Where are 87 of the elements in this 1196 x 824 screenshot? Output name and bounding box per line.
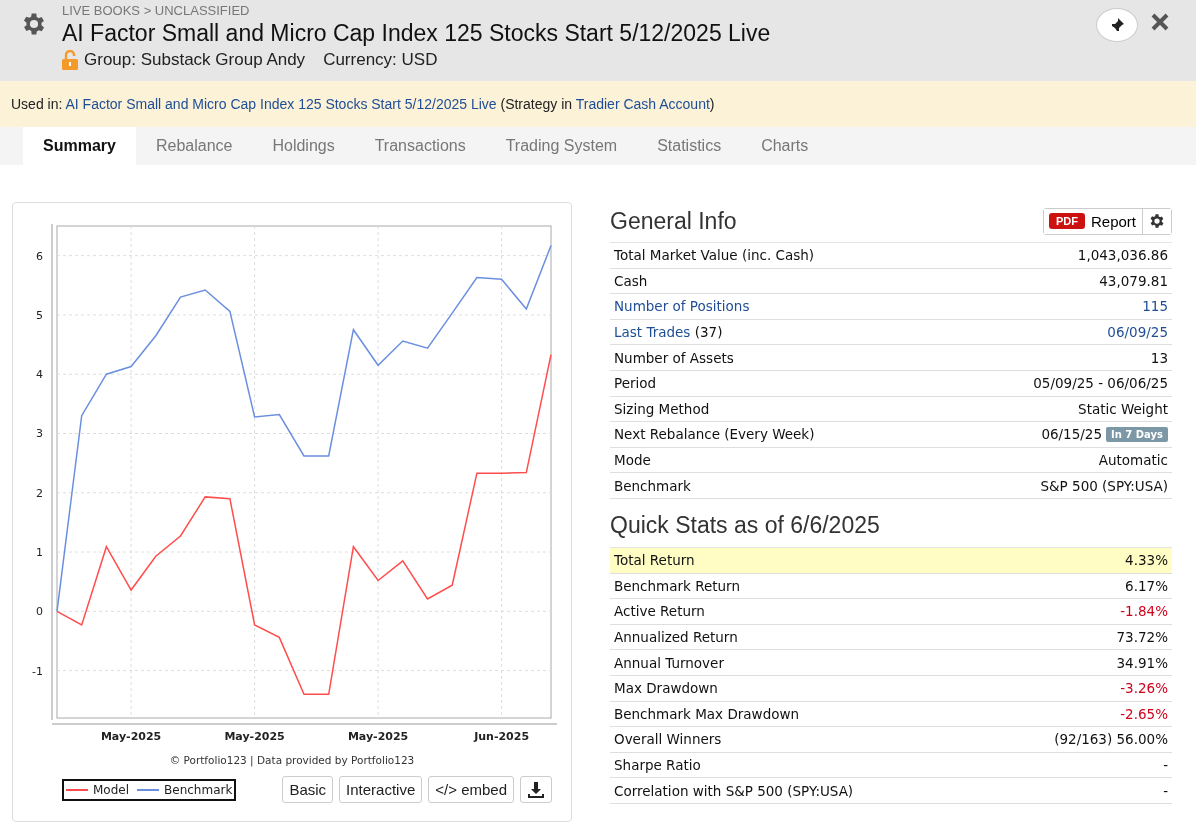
account-link[interactable]: Tradier Cash Account: [575, 96, 710, 112]
axis-tick-label: May-2025: [100, 730, 162, 743]
axis-tick-label: May-2025: [224, 730, 285, 743]
row-value: -1.84%: [1120, 603, 1168, 620]
used-in-text: Used in: AI Factor Small and Micro Cap Index 125 Stocks Start 5/12/2025 Live (Strategy in Tradier Cash Account): [11, 96, 715, 112]
row-value: Automatic: [1098, 452, 1168, 469]
row-value: 13: [1150, 349, 1168, 366]
axis-tick-label: May-2025: [347, 730, 409, 743]
row-label: Benchmark: [614, 477, 691, 494]
axis-tick-label: 5: [36, 308, 43, 322]
legend-line-icon: [137, 787, 160, 792]
row-label: Cash: [614, 272, 648, 289]
axis-tick-label: 0: [36, 605, 43, 619]
row-value: 73.72%: [1116, 629, 1168, 645]
row-value: 4.33%: [1125, 552, 1168, 569]
row-label: Overall Winners: [614, 731, 722, 748]
tab[interactable]: Transactions: [354, 127, 486, 165]
row-label: Mode: [614, 452, 651, 469]
section-title: Quick Stats as of 6/6/2025: [610, 512, 880, 540]
row-value: 43,079.81: [1099, 272, 1168, 289]
row-value: 1,043,036.86: [1077, 247, 1168, 264]
row-value: 6.17%: [1125, 577, 1168, 594]
chart-credit: © Portfolio123 | Data provided by Portfolio123: [168, 754, 416, 766]
pin-button[interactable]: [1096, 8, 1138, 42]
pdf-report-button[interactable]: PDF Report: [1043, 208, 1143, 234]
axis-tick-label: 3: [36, 427, 43, 441]
download-icon: [527, 780, 545, 799]
chart-mode-button[interactable]: </> embed: [428, 776, 514, 803]
row-value: -3.26%: [1120, 680, 1168, 697]
close-icon: [1150, 12, 1170, 32]
tab[interactable]: Charts: [741, 127, 829, 165]
row-value: S&P 500 (SPY:USA): [1040, 477, 1168, 494]
days-badge: In 7 Days: [1106, 426, 1168, 442]
row-label: Total Return: [614, 552, 695, 569]
tab[interactable]: Summary: [23, 127, 136, 165]
group-label: Group: Substack Group Andy: [84, 49, 306, 71]
tab[interactable]: Holdings: [252, 127, 355, 165]
row-label: Period: [614, 375, 657, 392]
row-value: 05/09/25 - 06/06/25: [1033, 375, 1168, 392]
axis-tick-label: Jun-2025: [474, 730, 530, 743]
row-label: Benchmark Return: [614, 577, 740, 594]
row-link[interactable]: Last Trades: [614, 324, 691, 341]
row-label: Annualized Return: [614, 629, 738, 645]
download-button[interactable]: [520, 776, 552, 803]
axis-tick-label: 1: [36, 546, 43, 559]
row-label: Correlation with S&P 500 (SPY:USA): [614, 782, 854, 799]
axis-tick-label: 2: [36, 486, 43, 500]
axis-tick-label: 6: [36, 249, 43, 263]
section-title: General Info: [610, 207, 737, 235]
row-label: Next Rebalance (Every Week): [614, 426, 815, 443]
row-label: Active Return: [614, 603, 705, 620]
pin-icon: [1109, 17, 1125, 33]
row-value: -: [1163, 782, 1168, 799]
tab[interactable]: Rebalance: [135, 127, 253, 165]
value-link[interactable]: 115: [1142, 298, 1168, 315]
row-label: Sizing Method: [614, 400, 710, 417]
row-value: 34.91%: [1116, 654, 1168, 671]
value-link[interactable]: 06/09/25: [1107, 324, 1168, 341]
currency-label: Currency: USD: [323, 49, 438, 71]
axis-tick-label: 4: [36, 368, 43, 382]
legend-line-icon: [66, 787, 88, 792]
axis-tick-label: -1: [32, 664, 43, 678]
strategy-link[interactable]: AI Factor Small and Micro Cap Index 125 Stocks Start 5/12/2025 Live: [65, 96, 497, 112]
legend-label: Model: [93, 782, 130, 797]
row-value: -2.65%: [1120, 705, 1168, 722]
row-value: 06/15/25: [1041, 426, 1102, 443]
row-label: Sharpe Ratio: [614, 757, 701, 773]
row-label: Benchmark Max Drawdown: [614, 705, 800, 722]
row-label: Max Drawdown: [614, 680, 718, 697]
chart-mode-button[interactable]: Interactive: [339, 776, 423, 803]
row-link[interactable]: Number of Positions: [614, 298, 750, 315]
row-label: Total Market Value (inc. Cash): [614, 247, 814, 264]
row-value: Static Weight: [1078, 400, 1168, 417]
tab[interactable]: Trading System: [485, 127, 638, 165]
row-label: Annual Turnover: [614, 654, 724, 671]
page-title: AI Factor Small and Micro Cap Index 125 Stocks Start 5/12/2025 Live: [62, 19, 772, 48]
legend-label: Benchmark: [164, 782, 233, 797]
row-value: (92/163) 56.00%: [1054, 731, 1168, 748]
row-value: -: [1163, 757, 1168, 773]
unlocked-padlock-icon: [62, 50, 78, 70]
row-label: Last Trades (37): [614, 324, 723, 341]
breadcrumb[interactable]: LIVE BOOKS > UNCLASSIFIED: [62, 3, 1096, 18]
row-label: Number of Assets: [614, 349, 734, 366]
settings-icon: [1148, 212, 1166, 230]
tab[interactable]: Statistics: [637, 127, 742, 165]
chart-mode-button[interactable]: Basic: [282, 776, 334, 803]
close-button[interactable]: [1150, 12, 1170, 32]
